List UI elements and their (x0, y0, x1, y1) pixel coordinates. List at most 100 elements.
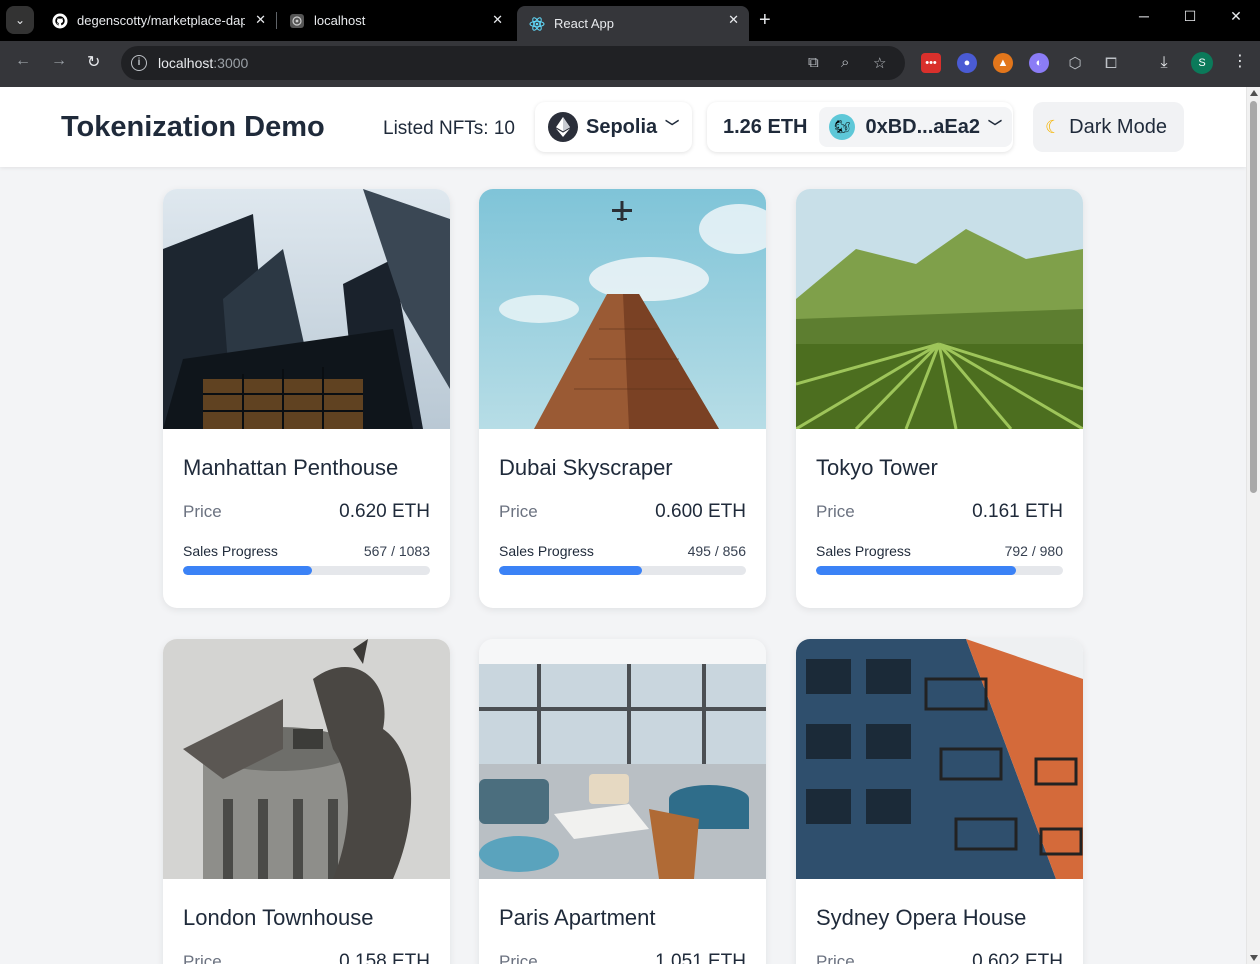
tab-title: localhost (314, 13, 366, 28)
price-value: 0.161 ETH (972, 501, 1063, 522)
dragon-building-photo (163, 639, 450, 879)
price-row: Price 0.602 ETH (816, 951, 1063, 964)
price-value: 0.158 ETH (339, 951, 430, 964)
close-tab-icon[interactable]: ✕ (492, 12, 503, 28)
profile-avatar[interactable]: S (1191, 52, 1213, 74)
price-row: Price 0.600 ETH (499, 501, 746, 523)
price-row: Price 1.051 ETH (499, 951, 746, 964)
metamask-fox-icon[interactable]: ▲ (993, 53, 1013, 73)
bookmark-star-icon[interactable]: ☆ (873, 54, 886, 72)
skyscrapers-photo (163, 189, 450, 429)
extensions-puzzle-icon[interactable]: ⧠ (1101, 53, 1121, 73)
new-tab-button[interactable]: + (759, 8, 771, 32)
nft-card[interactable]: Tokyo Tower Price 0.161 ETH Sales Progre… (796, 189, 1083, 608)
tab-github[interactable]: degenscotty/marketplace-dapp ✕ (40, 6, 276, 35)
network-selector[interactable]: Sepolia ﹀ (535, 102, 692, 152)
nft-card[interactable]: Dubai Skyscraper Price 0.600 ETH Sales P… (479, 189, 766, 608)
sales-row: Sales Progress 792 / 980 (816, 543, 1063, 559)
card-body: Paris Apartment Price 1.051 ETH (479, 905, 766, 964)
minimize-button[interactable]: ─ (1121, 8, 1167, 24)
card-body: Sydney Opera House Price 0.602 ETH (796, 905, 1083, 964)
sales-progress-label: Sales Progress (499, 543, 594, 559)
close-tab-icon[interactable]: ✕ (255, 12, 266, 28)
price-label: Price (816, 502, 855, 521)
price-label: Price (499, 952, 538, 964)
tab-title: React App (554, 16, 614, 31)
price-value: 0.620 ETH (339, 501, 430, 522)
sales-count: 792 / 980 (1004, 543, 1063, 559)
chevron-down-icon: ﹀ (665, 119, 680, 135)
price-label: Price (183, 952, 222, 964)
site-info-icon[interactable]: i (131, 55, 147, 71)
vineyard-photo (796, 189, 1083, 429)
react-icon (529, 16, 545, 32)
listed-nfts-count: Listed NFTs: 10 (383, 118, 515, 139)
account-avatar-icon: 🐿 (829, 114, 856, 140)
zoom-icon[interactable]: ⌕ (841, 54, 849, 71)
sales-progress-bar (499, 566, 746, 575)
scrollbar-thumb[interactable] (1250, 101, 1257, 493)
page-scrollbar[interactable] (1246, 87, 1260, 964)
card-body: Tokyo Tower Price 0.161 ETH Sales Progre… (796, 455, 1083, 575)
browser-menu-icon[interactable]: ⋮ (1232, 51, 1248, 71)
extension-phantom-icon[interactable]: ◐ (1029, 53, 1049, 73)
price-row: Price 0.620 ETH (183, 501, 430, 523)
nft-card[interactable]: Paris Apartment Price 1.051 ETH (479, 639, 766, 964)
app-header: Tokenization Demo Listed NFTs: 10 Sepoli… (0, 87, 1246, 167)
price-value: 0.602 ETH (972, 951, 1063, 964)
brand-title: Tokenization Demo (61, 111, 325, 143)
back-icon[interactable]: ← (15, 52, 31, 70)
tab-strip: ⌄ degenscotty/marketplace-dapp ✕ localho… (0, 0, 1260, 41)
tab-localhost[interactable]: localhost ✕ (277, 6, 513, 35)
nft-card[interactable]: London Townhouse Price 0.158 ETH (163, 639, 450, 964)
tab-search-button[interactable]: ⌄ (6, 6, 34, 34)
sales-progress-label: Sales Progress (183, 543, 278, 559)
sales-row: Sales Progress 567 / 1083 (183, 543, 430, 559)
card-body: Dubai Skyscraper Price 0.600 ETH Sales P… (479, 455, 766, 575)
close-window-button[interactable]: ✕ (1213, 8, 1259, 25)
extension-ghost-icon[interactable]: ● (957, 53, 977, 73)
url-port: :3000 (213, 55, 249, 71)
scroll-down-arrow-icon[interactable] (1250, 955, 1258, 961)
network-name: Sepolia (586, 115, 658, 138)
price-value: 1.051 ETH (655, 951, 746, 964)
sales-count: 567 / 1083 (363, 543, 430, 559)
card-body: London Townhouse Price 0.158 ETH (163, 905, 450, 964)
close-tab-icon[interactable]: ✕ (728, 12, 739, 28)
reload-icon[interactable]: ↻ (87, 52, 100, 72)
property-name: Dubai Skyscraper (499, 455, 673, 480)
nft-card[interactable]: Sydney Opera House Price 0.602 ETH (796, 639, 1083, 964)
price-value: 0.600 ETH (655, 501, 746, 522)
property-name: Paris Apartment (499, 905, 656, 930)
url-host: localhost (158, 55, 214, 71)
address-bar[interactable]: i localhost:3000 ⧉ ⌕ ☆ (121, 46, 905, 80)
url-text[interactable]: localhost:3000 (158, 55, 248, 71)
globe-icon (289, 13, 305, 29)
extension-cube-icon[interactable]: ⬡ (1065, 53, 1085, 73)
tower-airplane-photo (479, 189, 766, 429)
nft-card[interactable]: Manhattan Penthouse Price 0.620 ETH Sale… (163, 189, 450, 608)
tab-react-app[interactable]: React App ✕ (517, 6, 749, 41)
sales-progress-bar (183, 566, 430, 575)
forward-icon[interactable]: → (51, 52, 67, 70)
sales-progress-fill (816, 566, 1016, 575)
sales-progress-bar (816, 566, 1063, 575)
dark-mode-toggle[interactable]: ☾ Dark Mode (1033, 102, 1184, 152)
price-label: Price (499, 502, 538, 521)
maximize-button[interactable]: ☐ (1167, 8, 1213, 25)
price-label: Price (183, 502, 222, 521)
chevron-down-icon: ⌄ (14, 13, 26, 27)
chevron-down-icon: ﹀ (988, 119, 1002, 135)
wallet-account-button[interactable]: 1.26 ETH 🐿 0xBD...aEa2 ﹀ (707, 102, 1013, 152)
install-app-icon[interactable]: ⧉ (808, 54, 819, 71)
download-icon[interactable]: ⤓ (1154, 53, 1174, 73)
github-icon (52, 13, 68, 29)
property-name: Manhattan Penthouse (183, 455, 399, 480)
browser-chrome: ⌄ degenscotty/marketplace-dapp ✕ localho… (0, 0, 1260, 87)
property-name: Tokyo Tower (816, 455, 938, 480)
ethereum-icon (548, 112, 578, 142)
scroll-up-arrow-icon[interactable] (1250, 90, 1258, 96)
extension-lastpass-icon[interactable]: ••• (921, 53, 941, 73)
account-address-box[interactable]: 🐿 0xBD...aEa2 ﹀ (819, 107, 1012, 147)
wallet-balance: 1.26 ETH (723, 115, 808, 138)
